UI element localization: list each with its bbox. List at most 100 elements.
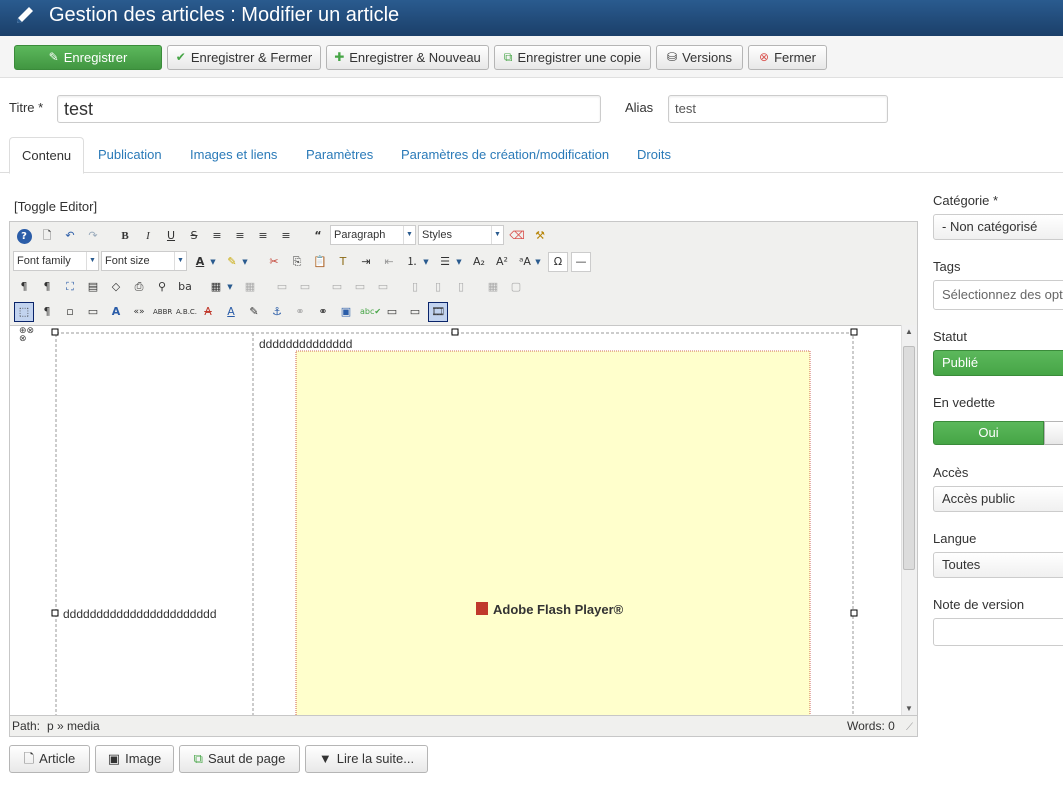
- bullet-list-icon[interactable]: ☰: [435, 252, 455, 272]
- underline-icon[interactable]: U: [161, 226, 181, 246]
- tab-options[interactable]: Paramètres: [294, 137, 385, 173]
- insertion-icon[interactable]: A: [221, 302, 241, 322]
- path-value[interactable]: p » media: [47, 716, 100, 736]
- code-icon[interactable]: ◇: [106, 277, 126, 297]
- font-size-select[interactable]: Font size ▼: [101, 251, 187, 271]
- page-break-icon[interactable]: ▭: [83, 302, 103, 322]
- rtl-icon[interactable]: ¶: [37, 277, 57, 297]
- abbr-icon[interactable]: ABBR: [152, 302, 172, 322]
- redo-icon[interactable]: ↷: [83, 226, 103, 246]
- visual-aid-icon[interactable]: ⬚: [14, 302, 34, 322]
- copy-icon[interactable]: ⎘: [287, 252, 307, 272]
- featured-no-toggle[interactable]: [1044, 421, 1063, 445]
- new-document-icon[interactable]: 🗋: [37, 226, 57, 246]
- ltr-icon[interactable]: ¶: [14, 277, 34, 297]
- paste-text-icon[interactable]: T: [333, 252, 353, 272]
- delete-col-icon[interactable]: ▯: [451, 277, 471, 297]
- outdent-icon[interactable]: ⇤: [379, 252, 399, 272]
- print-icon[interactable]: ⎙: [129, 277, 149, 297]
- delete-table-icon[interactable]: ▦: [240, 277, 260, 297]
- chevron-down-icon[interactable]: ▼: [239, 252, 251, 272]
- align-center-icon[interactable]: ≡: [230, 226, 250, 246]
- show-blocks-icon[interactable]: ¶: [37, 302, 57, 322]
- insert-col-after-icon[interactable]: ▯: [428, 277, 448, 297]
- deletion-icon[interactable]: A: [198, 302, 218, 322]
- align-right-icon[interactable]: ≡: [276, 226, 296, 246]
- insert-row-after-icon[interactable]: ▭: [350, 277, 370, 297]
- alias-input[interactable]: test: [668, 95, 888, 123]
- insert-col-before-icon[interactable]: ▯: [405, 277, 425, 297]
- styles-select[interactable]: Styles ▼: [418, 225, 504, 245]
- chevron-down-icon[interactable]: ▼: [420, 252, 432, 272]
- non-breaking-icon[interactable]: ▫: [60, 302, 80, 322]
- save-close-button[interactable]: ✔ Enregistrer & Fermer: [167, 45, 321, 70]
- media-icon[interactable]: 🎞: [428, 302, 448, 322]
- language-select[interactable]: Toutes: [933, 552, 1063, 578]
- scroll-down-icon[interactable]: ▼: [905, 704, 913, 713]
- anchor-icon[interactable]: ⚓: [267, 302, 287, 322]
- status-select[interactable]: Publié: [933, 350, 1063, 376]
- close-button[interactable]: ⊗ Fermer: [748, 45, 827, 70]
- blockquote-icon[interactable]: “: [308, 226, 328, 246]
- undo-icon[interactable]: ↶: [60, 226, 80, 246]
- save-new-button[interactable]: ✚ Enregistrer & Nouveau: [326, 45, 489, 70]
- superscript-icon[interactable]: A²: [492, 252, 512, 272]
- scroll-up-icon[interactable]: ▲: [905, 327, 913, 336]
- absolute-icon[interactable]: ▭: [405, 302, 425, 322]
- cite-icon[interactable]: «»: [129, 302, 149, 322]
- insert-image-button[interactable]: ▣ Image: [95, 745, 174, 773]
- tab-images-links[interactable]: Images et liens: [178, 137, 289, 173]
- chevron-down-icon[interactable]: ▼: [532, 252, 544, 272]
- page-break-button[interactable]: ⧉ Saut de page: [179, 745, 300, 773]
- eraser-icon[interactable]: ⌫: [507, 226, 527, 246]
- tab-editing-options[interactable]: Paramètres de création/modification: [389, 137, 621, 173]
- horizontal-rule-icon[interactable]: —: [571, 252, 591, 272]
- tab-content[interactable]: Contenu: [9, 137, 85, 174]
- styles-icon[interactable]: A: [106, 302, 126, 322]
- featured-yes-toggle[interactable]: Oui: [933, 421, 1044, 445]
- delete-row-icon[interactable]: ▭: [373, 277, 393, 297]
- cut-icon[interactable]: ✂: [264, 252, 284, 272]
- template-icon[interactable]: ▤: [83, 277, 103, 297]
- fullscreen-icon[interactable]: ⛶: [60, 277, 80, 297]
- layer-icon[interactable]: ▭: [382, 302, 402, 322]
- font-family-select[interactable]: Font family ▼: [13, 251, 99, 271]
- link-icon[interactable]: ⚭: [313, 302, 333, 322]
- tab-permissions[interactable]: Droits: [625, 137, 683, 173]
- indent-icon[interactable]: ⇥: [356, 252, 376, 272]
- subscript-icon[interactable]: A₂: [469, 252, 489, 272]
- find-icon[interactable]: ⚲: [152, 277, 172, 297]
- numbered-list-icon[interactable]: ⒈: [402, 252, 422, 272]
- toggle-editor-link[interactable]: [Toggle Editor]: [14, 199, 97, 214]
- title-input[interactable]: test: [57, 95, 601, 123]
- versions-button[interactable]: ⛁ Versions: [656, 45, 743, 70]
- italic-icon[interactable]: I: [138, 226, 158, 246]
- image-icon[interactable]: ▣: [336, 302, 356, 322]
- bold-icon[interactable]: B: [115, 226, 135, 246]
- split-cells-icon[interactable]: ▦: [483, 277, 503, 297]
- version-note-input[interactable]: [933, 618, 1063, 646]
- read-more-button[interactable]: ▼ Lire la suite...: [305, 745, 428, 773]
- scroll-thumb[interactable]: [903, 346, 915, 570]
- insert-date-icon[interactable]: ▦: [206, 277, 226, 297]
- save-button[interactable]: ✎ Enregistrer: [14, 45, 162, 70]
- row-props-icon[interactable]: ▭: [272, 277, 292, 297]
- insert-article-button[interactable]: 🗋 Article: [9, 745, 90, 773]
- attributes-icon[interactable]: ✎: [244, 302, 264, 322]
- align-justify-icon[interactable]: ≡: [207, 226, 227, 246]
- access-select[interactable]: Accès public: [933, 486, 1063, 512]
- editor-content-area[interactable]: ⊕⊗ ⊗ dddddddddddddd ddddddddddddddddddddd…: [10, 325, 901, 715]
- save-copy-button[interactable]: ⧉ Enregistrer une copie: [494, 45, 651, 70]
- tags-input[interactable]: Sélectionnez des opti: [933, 280, 1063, 310]
- chevron-down-icon[interactable]: ▼: [224, 277, 236, 297]
- replace-icon[interactable]: ba: [175, 277, 195, 297]
- category-select[interactable]: - Non catégorisé: [933, 214, 1063, 240]
- unlink-icon[interactable]: ⚭: [290, 302, 310, 322]
- acronym-icon[interactable]: A.B.C.: [175, 302, 197, 322]
- chevron-down-icon[interactable]: ▼: [453, 252, 465, 272]
- paste-icon[interactable]: 📋: [310, 252, 330, 272]
- cell-props-icon[interactable]: ▭: [295, 277, 315, 297]
- special-character-icon[interactable]: Ω: [548, 252, 568, 272]
- format-select[interactable]: Paragraph ▼: [330, 225, 416, 245]
- help-icon[interactable]: ?: [14, 226, 34, 246]
